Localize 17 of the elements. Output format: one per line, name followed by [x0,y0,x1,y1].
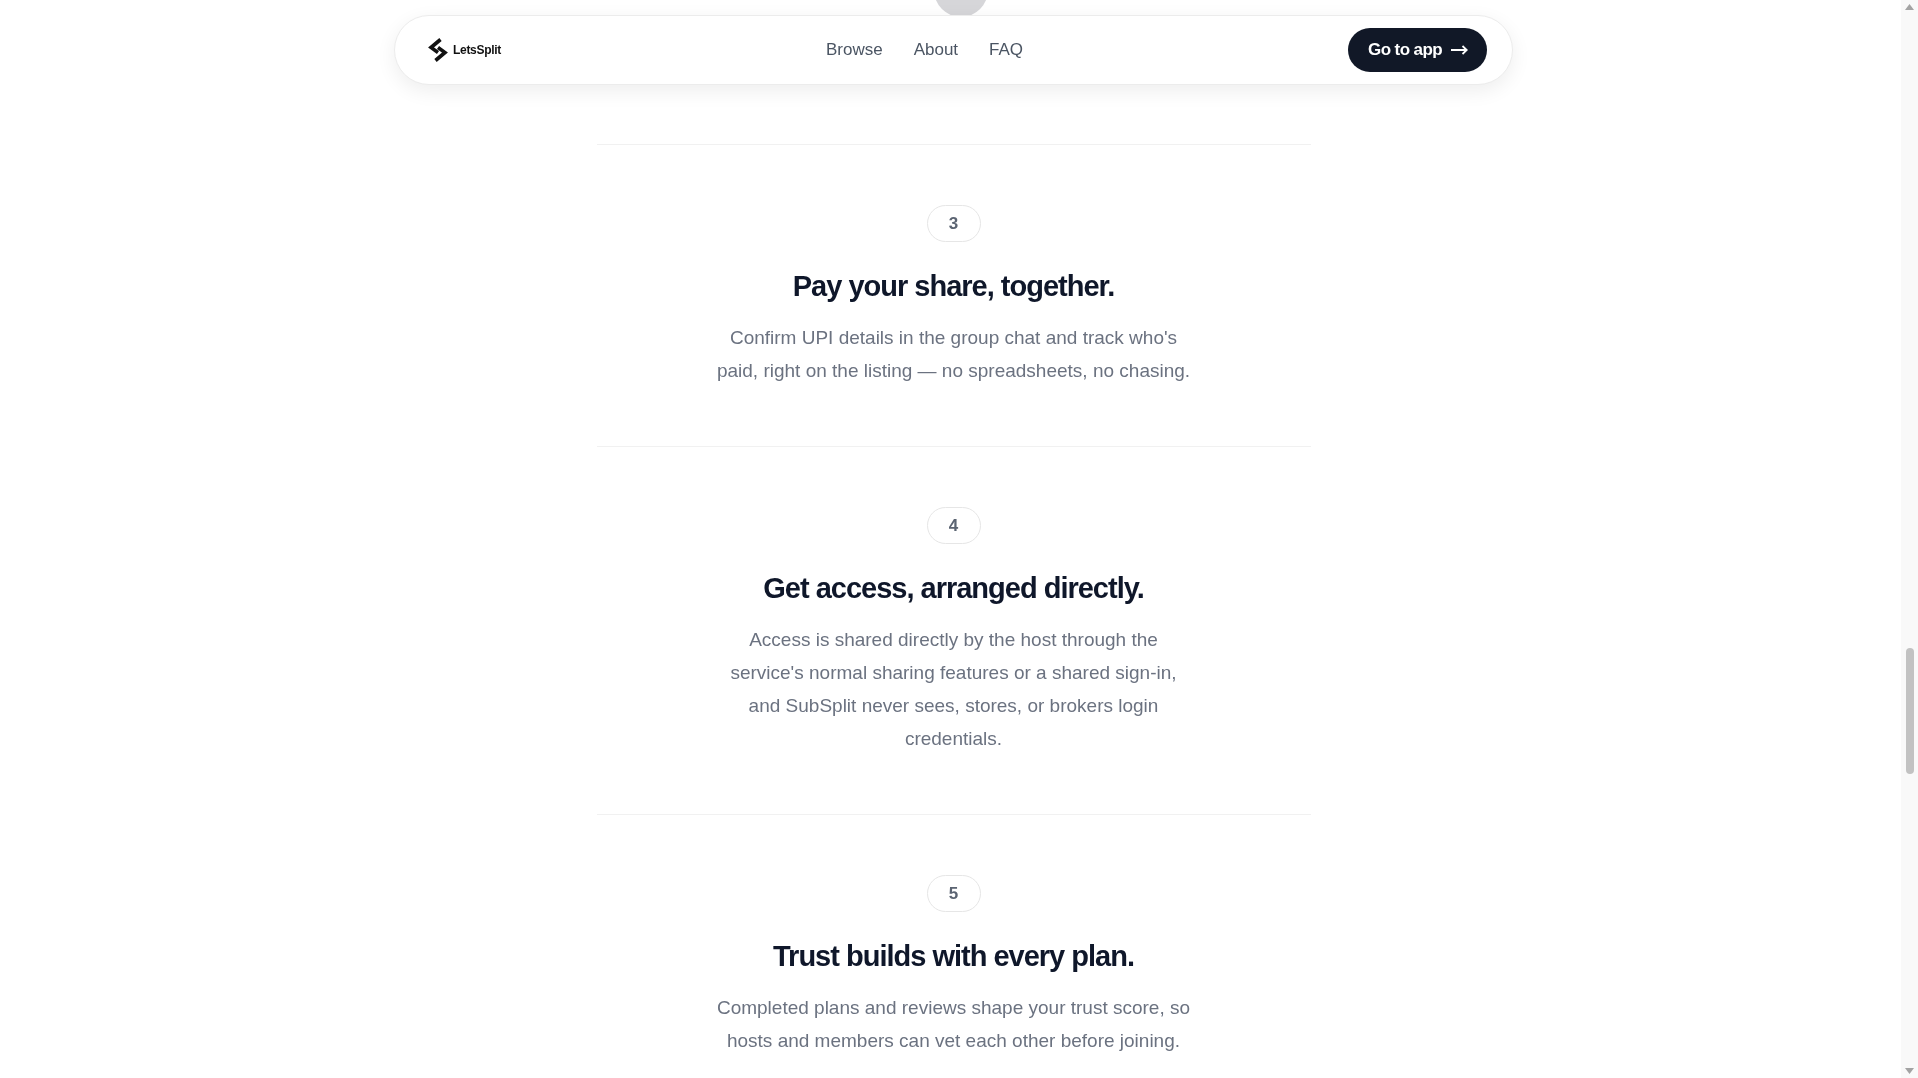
logo-icon [427,37,449,63]
nav-link[interactable]: About [913,40,959,60]
scroll-down-icon[interactable] [1905,1068,1914,1074]
logo-link[interactable]: LetsSplit [427,37,501,63]
step-title: Get access, arranged directly. [763,571,1144,606]
step-title: Pay your share, together. [792,269,1115,304]
step-title: Trust builds with every plan. [773,939,1134,974]
step-description: Confirm UPI details in the group chat and track who's paid, right on the listing — no spreadsheets, no chasing. [715,326,1192,383]
nav-link[interactable]: FAQ [989,40,1024,60]
scroll-up-icon[interactable] [1905,4,1914,10]
step-description: Completed plans and reviews shape your trust score, so hosts and members can vet each other before joining. [715,996,1192,1053]
nav-link[interactable]: Browse [825,40,883,60]
scrollbar-thumb[interactable] [1905,648,1914,774]
arrow-right-icon [1451,45,1468,55]
step-description: Access is shared directly by the host through the service's normal sharing features or a shared sign-in, and SubSplit never sees, stores, or brokers login credentials. [729,628,1178,751]
go-to-app-button[interactable]: Go to app [1348,28,1487,72]
scrollbar[interactable] [1901,0,1918,1078]
